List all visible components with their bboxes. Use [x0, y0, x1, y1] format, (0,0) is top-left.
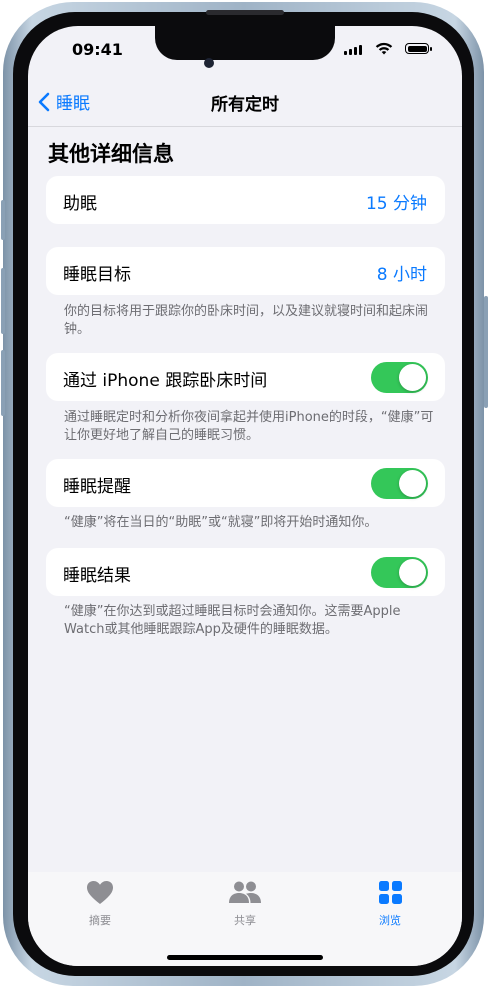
sleep-results-footnote: “健康”在你达到或超过睡眠目标时会通知你。这需要Apple Watch或其他睡眠…	[64, 604, 401, 637]
sleep-goal-row[interactable]: 睡眠目标 8 小时	[46, 247, 445, 295]
navigation-bar: 睡眠 所有定时	[28, 84, 462, 127]
grid-icon	[378, 881, 402, 904]
tab-summary-label: 摘要	[89, 914, 111, 927]
cellular-signal-icon	[344, 45, 362, 55]
wifi-icon	[375, 42, 393, 55]
tab-sharing-label: 共享	[234, 914, 256, 927]
track-with-iphone-toggle[interactable]	[371, 362, 428, 393]
tab-sharing[interactable]: 共享	[205, 880, 285, 928]
track-with-iphone-footnote: 通过睡眠定时和分析你夜间拿起并使用iPhone的时段，“健康”可让你更好地了解自…	[64, 410, 434, 443]
wind-down-label: 助眠	[63, 194, 97, 214]
tab-browse[interactable]: 浏览	[350, 880, 430, 928]
sleep-goal-value[interactable]: 8 小时	[377, 260, 427, 285]
toggle-knob	[399, 364, 426, 391]
speaker-grille	[206, 10, 284, 15]
sleep-reminder-row: 睡眠提醒	[46, 459, 445, 507]
notch	[155, 26, 335, 60]
toggle-knob	[399, 559, 426, 586]
tab-summary[interactable]: 摘要	[60, 880, 140, 928]
side-button-mute	[1, 200, 5, 240]
sleep-goal-label: 睡眠目标	[63, 265, 131, 285]
side-button-volume-down	[1, 350, 5, 416]
sleep-results-label: 睡眠结果	[63, 566, 131, 586]
sleep-reminder-label: 睡眠提醒	[63, 477, 131, 497]
toggle-knob	[399, 470, 426, 497]
heart-icon	[87, 881, 113, 904]
sleep-reminder-toggle[interactable]	[371, 468, 428, 499]
page-title: 所有定时	[211, 95, 279, 115]
sleep-reminder-footnote: “健康”将在当日的“助眠”或“就寝”即将开始时通知你。	[64, 515, 378, 530]
sleep-results-toggle[interactable]	[371, 557, 428, 588]
front-camera	[204, 58, 214, 68]
screen: 09:41 睡眠 所有定时 其他详细信息 助眠 15 分钟 睡眠目标 8 小时 …	[28, 26, 462, 966]
section-title: 其他详细信息	[48, 142, 174, 166]
track-with-iphone-row: 通过 iPhone 跟踪卧床时间	[46, 353, 445, 401]
sleep-results-row: 睡眠结果	[46, 548, 445, 596]
people-icon	[229, 881, 261, 903]
status-time: 09:41	[72, 40, 123, 59]
tab-browse-label: 浏览	[379, 914, 401, 927]
wind-down-value[interactable]: 15 分钟	[366, 189, 427, 214]
wind-down-row[interactable]: 助眠 15 分钟	[46, 176, 445, 224]
tab-bar: 摘要 共享 浏览	[28, 872, 462, 966]
battery-icon	[405, 43, 432, 54]
home-indicator	[167, 955, 323, 960]
sleep-goal-footnote: 你的目标将用于跟踪你的卧床时间，以及建议就寝时间和起床闹钟。	[64, 304, 429, 337]
side-button-volume-up	[1, 268, 5, 334]
side-button-power	[484, 296, 488, 408]
track-with-iphone-label: 通过 iPhone 跟踪卧床时间	[63, 371, 268, 391]
